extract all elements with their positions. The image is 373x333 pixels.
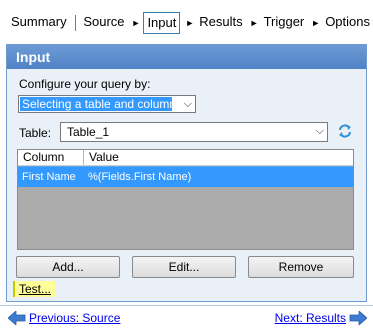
remove-button[interactable]: Remove: [248, 256, 354, 278]
step-options[interactable]: Options: [322, 12, 373, 34]
table-dropdown[interactable]: Table_1 ⌵: [60, 122, 328, 142]
column-value-grid: Column Value First Name %(Fields.First N…: [17, 149, 354, 250]
grid-header: Column Value: [18, 150, 353, 166]
step-results[interactable]: Results: [196, 12, 245, 34]
step-arrow-icon: ►: [185, 18, 195, 28]
step-input[interactable]: Input: [143, 12, 181, 34]
row-column-cell: First Name: [22, 171, 76, 183]
bottom-navigation: Previous: Source Next: Results: [0, 305, 373, 331]
test-link[interactable]: Test...: [13, 281, 56, 297]
table-label: Table:: [19, 126, 52, 140]
step-summary[interactable]: Summary: [8, 12, 70, 34]
chevron-down-icon: ⌵: [315, 125, 324, 137]
row-value-cell: %(Fields.First Name): [88, 171, 192, 183]
edit-button[interactable]: Edit...: [132, 256, 236, 278]
chevron-down-icon: ⌵: [183, 98, 192, 110]
configure-selected-value: Selecting a table and columns: [20, 97, 183, 111]
configure-dropdown[interactable]: Selecting a table and columns ⌵: [18, 95, 196, 113]
step-navigation: Summary Source ► Input ► Results ► Trigg…: [0, 9, 373, 37]
input-panel: Input Configure your query by: Selecting…: [6, 44, 367, 302]
step-separator: [74, 15, 76, 31]
step-arrow-icon: ►: [311, 18, 321, 28]
grid-header-column[interactable]: Column: [18, 150, 84, 165]
table-row[interactable]: First Name %(Fields.First Name): [18, 166, 353, 187]
next-nav[interactable]: Next: Results: [275, 311, 367, 325]
step-source[interactable]: Source: [80, 12, 127, 34]
step-trigger[interactable]: Trigger: [261, 12, 308, 34]
previous-nav[interactable]: Previous: Source: [8, 311, 120, 325]
step-arrow-icon: ►: [249, 18, 259, 28]
arrow-left-icon: [8, 311, 26, 325]
table-selected-value: Table_1: [67, 125, 110, 139]
next-link[interactable]: Next: Results: [275, 311, 346, 325]
refresh-icon[interactable]: [337, 123, 353, 139]
grid-header-value[interactable]: Value: [84, 150, 119, 165]
previous-link[interactable]: Previous: Source: [29, 311, 120, 325]
step-arrow-icon: ►: [131, 18, 141, 28]
configure-label: Configure your query by:: [19, 77, 151, 91]
arrow-right-icon: [349, 311, 367, 325]
add-button[interactable]: Add...: [16, 256, 120, 278]
panel-title: Input: [7, 45, 366, 69]
